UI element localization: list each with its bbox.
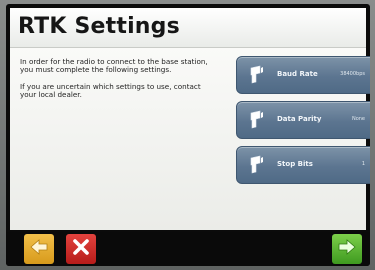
arrow-right-icon xyxy=(337,237,357,261)
bottom-toolbar xyxy=(6,232,370,266)
device-bezel: RTK Settings In order for the radio to c… xyxy=(0,0,375,270)
display-screen: RTK Settings In order for the radio to c… xyxy=(6,4,370,266)
cancel-button[interactable] xyxy=(66,234,96,264)
setting-value: 38400bps xyxy=(340,71,365,77)
baud-rate-button[interactable]: Baud Rate 38400bps xyxy=(236,56,370,94)
back-button[interactable] xyxy=(24,234,54,264)
next-button[interactable] xyxy=(332,234,362,264)
rtk-settings-page: RTK Settings In order for the radio to c… xyxy=(10,8,370,230)
arrow-left-icon xyxy=(29,237,49,261)
radio-icon xyxy=(243,151,271,179)
radio-icon xyxy=(243,106,271,134)
close-icon xyxy=(72,238,90,260)
data-parity-button[interactable]: Data Parity None xyxy=(236,101,370,139)
settings-list: Baud Rate 38400bps Data Parity None Stop… xyxy=(236,56,370,191)
dealer-note: If you are uncertain which settings to u… xyxy=(20,81,201,100)
setting-label: Data Parity xyxy=(277,115,322,123)
radio-icon xyxy=(243,61,271,89)
setting-label: Stop Bits xyxy=(277,160,313,168)
instructions: In order for the radio to connect to the… xyxy=(20,57,210,108)
setting-value: 1 xyxy=(361,161,365,167)
setting-label: Baud Rate xyxy=(277,70,318,78)
page-title: RTK Settings xyxy=(18,14,180,39)
setting-value: None xyxy=(351,116,365,122)
stop-bits-button[interactable]: Stop Bits 1 xyxy=(236,146,370,184)
title-bar: RTK Settings xyxy=(10,8,366,48)
instruction-text: In order for the radio to connect to the… xyxy=(20,57,208,75)
